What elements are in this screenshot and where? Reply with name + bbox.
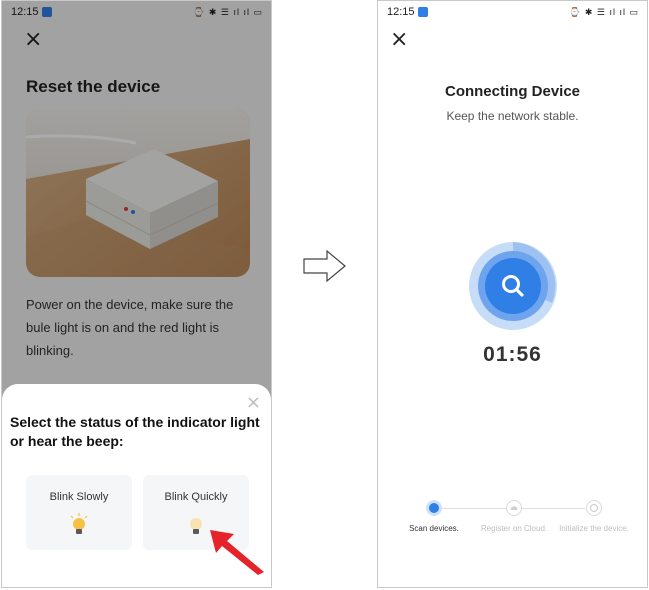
connecting-subtitle: Keep the network stable. <box>446 109 579 123</box>
option-label: Blink Quickly <box>164 491 228 503</box>
connecting-device-screen: 12:15 ⌚ ✱ ☰ ıl ıl ▭ × Connecting Device … <box>377 0 648 588</box>
option-label: Blink Slowly <box>49 491 109 503</box>
countdown-timer: 01:56 <box>483 343 542 366</box>
close-icon[interactable]: × <box>390 29 408 51</box>
cloud-step-icon <box>506 500 522 516</box>
bulb-dim-icon <box>190 518 202 534</box>
connecting-title: Connecting Device <box>444 83 581 100</box>
app-notification-icon <box>417 7 428 17</box>
sheet-close-icon[interactable]: × <box>246 392 261 413</box>
sheet-title: Select the status of the indicator light… <box>10 414 260 449</box>
step-label-initialize: Initialize the device. <box>559 524 629 533</box>
initialize-step-icon <box>586 500 602 516</box>
pointer-arrow-icon <box>210 530 264 575</box>
status-time: 12:15 <box>387 6 415 18</box>
step-label-register: Register on Cloud. <box>480 524 548 533</box>
status-icons: ⌚ ✱ ☰ ıl ıl ▭ <box>569 6 639 17</box>
step-label-scan: Scan devices. <box>409 524 459 533</box>
step-connector <box>521 508 585 509</box>
reset-device-screen: 12:15 ⌚ ✱ ☰ ıl ıl ▭ × Reset the device P… <box>1 0 272 588</box>
bulb-lit-icon <box>70 513 88 534</box>
scan-step-icon <box>426 500 442 516</box>
search-progress-spinner <box>469 242 557 330</box>
step-connector <box>442 508 506 509</box>
blink-slowly-option[interactable]: Blink Slowly <box>26 475 132 550</box>
next-step-arrow-icon <box>303 250 346 282</box>
status-bar: 12:15 ⌚ ✱ ☰ ıl ıl ▭ <box>378 1 647 23</box>
